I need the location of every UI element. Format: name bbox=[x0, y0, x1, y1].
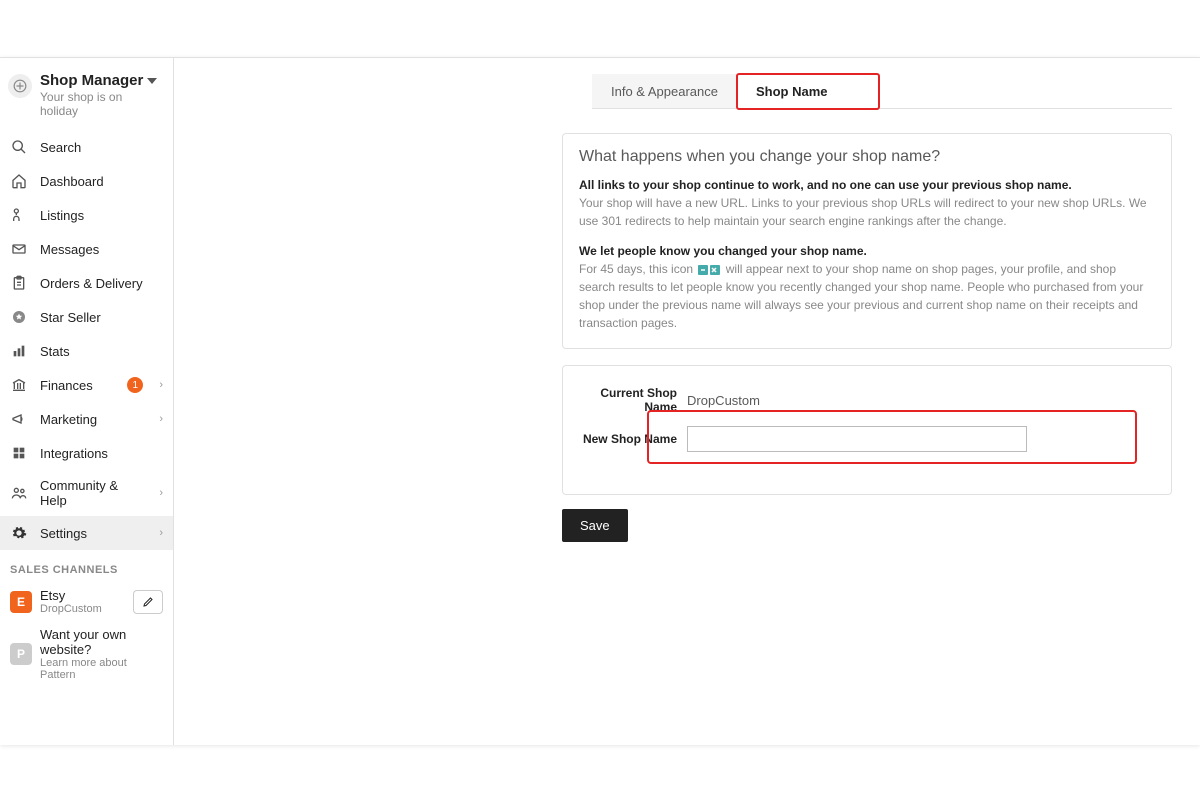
content-wrap: What happens when you change your shop n… bbox=[562, 133, 1172, 542]
clipboard-icon bbox=[10, 274, 28, 292]
sidebar-item-finances[interactable]: Finances 1 › bbox=[0, 368, 173, 402]
sidebar-item-search[interactable]: Search bbox=[0, 130, 173, 164]
sidebar-item-marketing[interactable]: Marketing › bbox=[0, 402, 173, 436]
etsy-badge-icon: E bbox=[10, 591, 32, 613]
shop-manager-header[interactable]: Shop Manager Your shop is on holiday bbox=[0, 70, 173, 130]
chevron-right-icon: › bbox=[159, 487, 163, 499]
channel-title: Etsy bbox=[40, 588, 125, 603]
settings-tabs: Info & Appearance Shop Name bbox=[592, 74, 1172, 109]
sidebar-nav: Search Dashboard Listings Messages Order… bbox=[0, 130, 173, 550]
sidebar-label: Search bbox=[40, 140, 163, 155]
sidebar-item-orders[interactable]: Orders & Delivery bbox=[0, 266, 173, 300]
sidebar-item-community[interactable]: Community & Help › bbox=[0, 470, 173, 516]
sidebar-item-integrations[interactable]: Integrations bbox=[0, 436, 173, 470]
tag-icon bbox=[10, 206, 28, 224]
tab-label: Shop Name bbox=[756, 84, 828, 99]
new-name-row: New Shop Name bbox=[579, 426, 1155, 452]
pattern-badge-icon: P bbox=[10, 643, 32, 665]
sidebar-label: Stats bbox=[40, 344, 163, 359]
megaphone-icon bbox=[10, 410, 28, 428]
grid-icon bbox=[10, 444, 28, 462]
tab-info-appearance[interactable]: Info & Appearance bbox=[592, 74, 737, 108]
search-icon bbox=[10, 138, 28, 156]
pencil-icon bbox=[142, 596, 154, 608]
stats-icon bbox=[10, 342, 28, 360]
sidebar-label: Star Seller bbox=[40, 310, 163, 325]
channel-subtitle: Learn more about Pattern bbox=[40, 657, 163, 681]
shop-header-text: Shop Manager Your shop is on holiday bbox=[40, 72, 163, 118]
tab-label: Info & Appearance bbox=[611, 84, 718, 99]
new-name-label: New Shop Name bbox=[579, 432, 687, 446]
sidebar-label: Marketing bbox=[40, 412, 147, 427]
main-content: Info & Appearance Shop Name What happens… bbox=[174, 58, 1200, 745]
sidebar-item-settings[interactable]: Settings › bbox=[0, 516, 173, 550]
finances-badge: 1 bbox=[127, 377, 143, 393]
bank-icon bbox=[10, 376, 28, 394]
shop-manager-title: Shop Manager bbox=[40, 72, 143, 89]
gear-icon bbox=[10, 524, 28, 542]
channel-pattern[interactable]: P Want your own website? Learn more abou… bbox=[0, 621, 173, 687]
tab-shop-name[interactable]: Shop Name bbox=[737, 74, 879, 109]
caret-down-icon bbox=[147, 78, 157, 84]
channel-text: Etsy DropCustom bbox=[40, 588, 125, 615]
edit-channel-button[interactable] bbox=[133, 590, 163, 614]
info-p2-text-a: For 45 days, this icon bbox=[579, 262, 693, 276]
star-icon bbox=[10, 308, 28, 326]
home-icon bbox=[10, 172, 28, 190]
sidebar-item-star-seller[interactable]: Star Seller bbox=[0, 300, 173, 334]
shop-name-form: Current Shop Name DropCustom New Shop Na… bbox=[562, 365, 1172, 495]
app-container: Shop Manager Your shop is on holiday Sea… bbox=[0, 57, 1200, 745]
save-button[interactable]: Save bbox=[562, 509, 628, 542]
sidebar-item-listings[interactable]: Listings bbox=[0, 198, 173, 232]
channel-etsy[interactable]: E Etsy DropCustom bbox=[0, 582, 173, 621]
sidebar-item-dashboard[interactable]: Dashboard bbox=[0, 164, 173, 198]
current-name-row: Current Shop Name DropCustom bbox=[579, 386, 1155, 414]
sidebar-label: Orders & Delivery bbox=[40, 276, 163, 291]
sidebar-label: Finances bbox=[40, 378, 115, 393]
channel-subtitle: DropCustom bbox=[40, 603, 125, 615]
mail-icon bbox=[10, 240, 28, 258]
info-p1-text: Your shop will have a new URL. Links to … bbox=[579, 194, 1155, 230]
info-p2-bold: We let people know you changed your shop… bbox=[579, 244, 1155, 258]
people-icon bbox=[10, 484, 28, 502]
sidebar-label: Messages bbox=[40, 242, 163, 257]
info-p1-bold: All links to your shop continue to work,… bbox=[579, 178, 1155, 192]
channel-title: Want your own website? bbox=[40, 627, 163, 657]
chevron-right-icon: › bbox=[159, 379, 163, 391]
sidebar-label: Community & Help bbox=[40, 478, 147, 508]
current-name-value: DropCustom bbox=[687, 393, 760, 408]
sidebar-label: Settings bbox=[40, 526, 147, 541]
current-name-label: Current Shop Name bbox=[579, 386, 687, 414]
sidebar-label: Dashboard bbox=[40, 174, 163, 189]
sidebar-label: Integrations bbox=[40, 446, 163, 461]
sidebar-label: Listings bbox=[40, 208, 163, 223]
new-shop-name-input[interactable] bbox=[687, 426, 1027, 452]
name-change-icon bbox=[698, 265, 720, 275]
info-title: What happens when you change your shop n… bbox=[579, 148, 1155, 166]
shop-logo-icon bbox=[8, 74, 32, 98]
sidebar-item-stats[interactable]: Stats bbox=[0, 334, 173, 368]
channel-text: Want your own website? Learn more about … bbox=[40, 627, 163, 681]
chevron-right-icon: › bbox=[159, 413, 163, 425]
sidebar-item-messages[interactable]: Messages bbox=[0, 232, 173, 266]
sidebar: Shop Manager Your shop is on holiday Sea… bbox=[0, 58, 174, 745]
sales-channels-label: Sales Channels bbox=[0, 550, 173, 582]
chevron-right-icon: › bbox=[159, 527, 163, 539]
info-box: What happens when you change your shop n… bbox=[562, 133, 1172, 349]
info-p2-text: For 45 days, this icon will appear next … bbox=[579, 260, 1155, 332]
shop-status-subtitle: Your shop is on holiday bbox=[40, 90, 163, 118]
